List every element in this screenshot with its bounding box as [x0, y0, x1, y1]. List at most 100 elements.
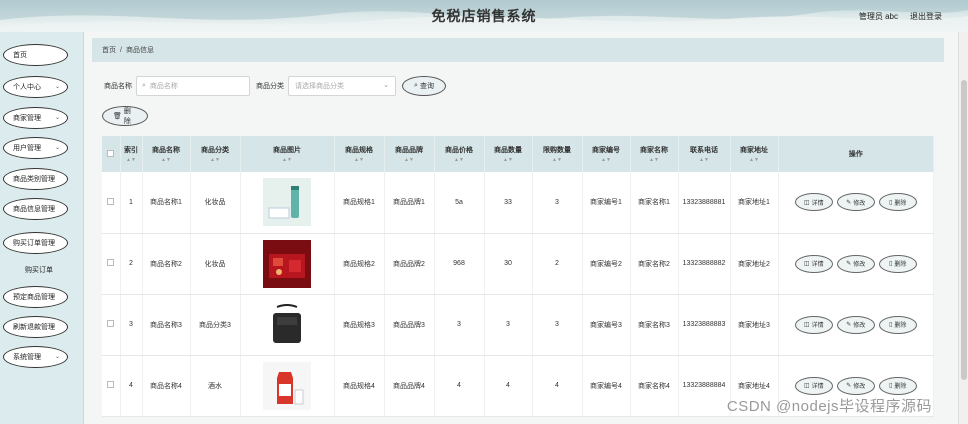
cell-product-price: 5a: [434, 172, 485, 234]
product-image-red-giftbox: [263, 239, 311, 288]
delete-button[interactable]: ▯ 删除: [878, 254, 917, 273]
cell-product-price: 968: [434, 233, 485, 295]
sidebar-item-label: 购买订单管理: [13, 240, 55, 247]
app-header: 免税店销售系统 管理员 abc 退出登录: [0, 0, 968, 32]
cell-product-category: 商品分类3: [190, 294, 241, 356]
scrollbar-thumb[interactable]: [961, 80, 967, 380]
sidebar-item-label: 商家管理: [13, 115, 41, 122]
table-row: 2 商品名称2 化妆品 商品规格2 商品品牌2 968 30 2 商家编号2 商家名称2 13323…: [102, 233, 934, 295]
sidebar: 首页 个人中心 ⌄ 商家管理 ⌄ 用户管理 ⌄ 商品类别管理 商品信息管理 购买订单管…: [0, 32, 84, 424]
vertical-scrollbar[interactable]: [958, 32, 968, 424]
sort-icon: ▲▼: [282, 157, 292, 163]
select-all-checkbox[interactable]: [102, 136, 121, 172]
cell-product-qty: 4: [484, 355, 533, 417]
cell-merchant-name: 商家名称3: [630, 294, 679, 356]
col-header[interactable]: 商家编号 ▲▼: [582, 136, 631, 172]
table-header-row: 索引 ▲▼ 商品名称 ▲▼ 商品分类 ▲▼ 商品图片 ▲▼ 商品规格 ▲▼ 商品品牌 ▲▼ …: [102, 136, 934, 172]
breadcrumb-home[interactable]: 首页: [102, 47, 116, 54]
logout-link[interactable]: 退出登录: [910, 11, 942, 22]
cell-merchant-address: 商家地址3: [730, 294, 779, 356]
chevron-down-icon: ⌄: [383, 82, 389, 89]
detail-button[interactable]: ◫ 详情: [794, 193, 833, 212]
row-checkbox[interactable]: [107, 259, 115, 266]
sidebar-item-system[interactable]: 系统管理 ⌄: [3, 346, 68, 368]
edit-button[interactable]: ✎ 修改: [836, 315, 875, 334]
cell-merchant-address: 商家地址1: [730, 172, 779, 234]
col-header[interactable]: 商品名称 ▲▼: [142, 136, 191, 172]
cell-purchase-limit: 2: [532, 233, 583, 295]
row-checkbox[interactable]: [107, 381, 115, 388]
col-header[interactable]: 商品分类 ▲▼: [190, 136, 241, 172]
cell-merchant-name: 商家名称1: [630, 172, 679, 234]
sidebar-item-label: 个人中心: [13, 84, 41, 91]
cell-product-category: 酒水: [190, 355, 241, 417]
col-header[interactable]: 商品品牌 ▲▼: [384, 136, 435, 172]
sidebar-item-refund[interactable]: 刷新退款管理: [3, 316, 68, 338]
row-checkbox-cell[interactable]: [102, 233, 121, 295]
cell-product-image: [240, 172, 335, 234]
row-checkbox[interactable]: [107, 320, 115, 327]
table-row: 3 商品名称3 商品分类3 商品规格3 商品品牌3 3 3 3 商家编号3 商家名称3 133238…: [102, 294, 934, 356]
detail-button[interactable]: ◫ 详情: [794, 315, 833, 334]
chevron-down-icon: ⌄: [54, 115, 60, 121]
edit-button[interactable]: ✎ 修改: [836, 254, 875, 273]
cell-merchant-no: 商家编号1: [582, 172, 631, 234]
delete-button[interactable]: ▯ 删除: [878, 315, 917, 334]
col-header[interactable]: 商品数量 ▲▼: [484, 136, 533, 172]
edit-icon: ✎: [846, 383, 852, 389]
row-checkbox-cell[interactable]: [102, 172, 121, 234]
sidebar-item-home[interactable]: 首页: [3, 44, 68, 66]
product-table: 索引 ▲▼ 商品名称 ▲▼ 商品分类 ▲▼ 商品图片 ▲▼ 商品规格 ▲▼ 商品品牌 ▲▼ …: [102, 136, 934, 417]
sort-icon: ▲▼: [404, 157, 414, 163]
col-header[interactable]: 限购数量 ▲▼: [532, 136, 583, 172]
name-search-input[interactable]: ⌕ 商品名称: [136, 76, 250, 96]
sidebar-item-label: 用户管理: [13, 145, 41, 152]
cell-product-spec: 商品规格1: [334, 172, 385, 234]
sidebar-item-reserve[interactable]: 预定商品管理: [3, 286, 68, 308]
trash-icon: ▯: [889, 199, 893, 206]
category-select[interactable]: 请选择商品分类 ⌄: [288, 76, 396, 96]
cell-product-category: 化妆品: [190, 233, 241, 295]
sidebar-item-product[interactable]: 商品信息管理: [3, 198, 68, 220]
edit-button[interactable]: ✎ 修改: [836, 193, 875, 212]
row-checkbox-cell[interactable]: [102, 294, 121, 356]
cell-product-qty: 33: [484, 172, 533, 234]
search-button-label: 查询: [419, 83, 434, 90]
cell-merchant-no: 商家编号4: [582, 355, 631, 417]
sidebar-item-order[interactable]: 购买订单管理: [3, 232, 68, 254]
sort-icon: ▲▼: [354, 157, 364, 163]
cell-product-qty: 30: [484, 233, 533, 295]
cell-product-spec: 商品规格2: [334, 233, 385, 295]
sidebar-item-category[interactable]: 商品类别管理: [3, 168, 68, 190]
col-header[interactable]: 索引 ▲▼: [120, 136, 143, 172]
col-header[interactable]: 商品规格 ▲▼: [334, 136, 385, 172]
col-header[interactable]: 商品图片 ▲▼: [240, 136, 335, 172]
cell-merchant-address: 商家地址2: [730, 233, 779, 295]
chevron-down-icon: ⌄: [54, 145, 60, 151]
cell-contact-phone: 13323888884: [678, 355, 731, 417]
col-header[interactable]: 商品价格 ▲▼: [434, 136, 485, 172]
col-header[interactable]: 联系电话 ▲▼: [678, 136, 731, 172]
detail-button[interactable]: ◫ 详情: [794, 254, 833, 273]
delete-button[interactable]: ▯ 删除: [878, 376, 917, 395]
filter-bar: 商品名称 ⌕ 商品名称 商品分类 请选择商品分类 ⌄ ⌕ 查询: [104, 76, 446, 96]
chevron-down-icon: ⌄: [54, 84, 60, 90]
cell-merchant-no: 商家编号2: [582, 233, 631, 295]
row-checkbox-cell[interactable]: [102, 355, 121, 417]
sidebar-item-merchant[interactable]: 商家管理 ⌄: [3, 107, 68, 129]
search-button[interactable]: ⌕ 查询: [402, 76, 446, 96]
main-content: 首页 / 商品信息 商品名称 ⌕ 商品名称 商品分类 请选择商品分类 ⌄ ⌕ 查询 🗑 删除…: [92, 38, 946, 424]
sidebar-subitem-order[interactable]: 购买订单: [14, 265, 64, 275]
detail-button[interactable]: ◫ 详情: [794, 376, 833, 395]
cell-product-image: [240, 294, 335, 356]
col-header[interactable]: 商家地址 ▲▼: [730, 136, 779, 172]
input-placeholder: 商品名称: [149, 83, 178, 90]
delete-button[interactable]: ▯ 删除: [878, 193, 917, 212]
col-header[interactable]: 商家名称 ▲▼: [630, 136, 679, 172]
row-checkbox[interactable]: [107, 197, 115, 205]
sidebar-item-profile[interactable]: 个人中心 ⌄: [3, 76, 68, 98]
sidebar-item-user[interactable]: 用户管理 ⌄: [3, 137, 68, 159]
batch-delete-button[interactable]: 🗑 删除: [102, 106, 148, 126]
edit-button[interactable]: ✎ 修改: [836, 376, 875, 395]
checkbox[interactable]: [107, 149, 115, 157]
